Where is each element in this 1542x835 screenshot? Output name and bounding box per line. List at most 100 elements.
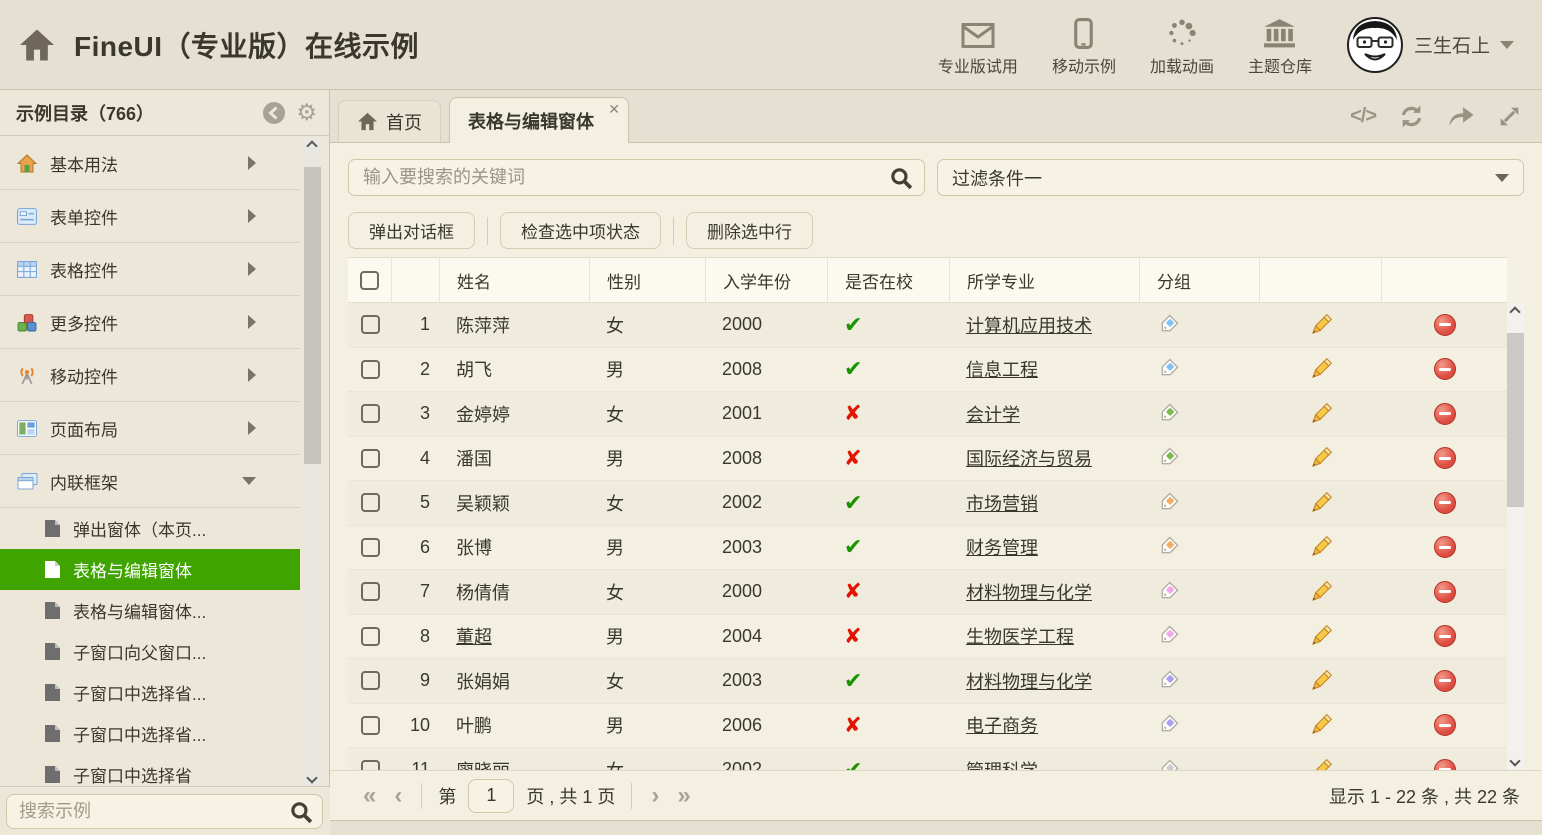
avatar[interactable] [1346, 16, 1404, 74]
sidebar-search-input[interactable] [7, 795, 322, 828]
tag-icon[interactable] [1156, 402, 1180, 426]
row-checkbox[interactable] [361, 582, 380, 601]
edit-icon[interactable] [1308, 490, 1334, 516]
sidebar-group[interactable]: 移动控件 [0, 349, 300, 402]
last-page-button[interactable]: » [668, 784, 699, 808]
major-link[interactable]: 市场营销 [966, 490, 1038, 516]
check-selection-button[interactable]: 检查选中项状态 [500, 212, 661, 249]
header-action[interactable]: 加载动画 [1150, 13, 1214, 77]
delete-icon[interactable] [1434, 358, 1456, 380]
scroll-up-icon[interactable] [306, 140, 317, 151]
edit-icon[interactable] [1308, 401, 1334, 427]
delete-icon[interactable] [1434, 314, 1456, 336]
edit-icon[interactable] [1308, 623, 1334, 649]
tag-icon[interactable] [1156, 580, 1180, 604]
edit-icon[interactable] [1308, 712, 1334, 738]
sidebar-item[interactable]: 弹出窗体（本页... [0, 508, 300, 549]
fullscreen-icon[interactable] [1497, 104, 1522, 129]
edit-icon[interactable] [1308, 312, 1334, 338]
table-scrollbar[interactable] [1507, 303, 1524, 770]
major-link[interactable]: 材料物理与化学 [966, 579, 1092, 605]
tag-icon[interactable] [1156, 624, 1180, 648]
header-action[interactable]: 主题仓库 [1248, 13, 1312, 77]
tag-icon[interactable] [1156, 357, 1180, 381]
sidebar-item[interactable]: 子窗口中选择省... [0, 672, 300, 713]
row-checkbox[interactable] [361, 627, 380, 646]
tag-icon[interactable] [1156, 446, 1180, 470]
sidebar-item[interactable]: 表格与编辑窗体... [0, 590, 300, 631]
major-link[interactable]: 电子商务 [966, 712, 1038, 738]
edit-icon[interactable] [1308, 356, 1334, 382]
major-link[interactable]: 国际经济与贸易 [966, 445, 1092, 471]
gear-icon[interactable]: ⚙ [296, 101, 317, 124]
delete-icon[interactable] [1434, 536, 1456, 558]
scroll-down-icon[interactable] [306, 772, 317, 783]
close-icon[interactable]: ✕ [608, 101, 620, 118]
row-checkbox[interactable] [361, 449, 380, 468]
major-link[interactable]: 管理科学 [966, 757, 1038, 770]
row-checkbox[interactable] [361, 404, 380, 423]
major-link[interactable]: 会计学 [966, 401, 1020, 427]
major-link[interactable]: 材料物理与化学 [966, 668, 1092, 694]
sidebar-item[interactable]: 表格与编辑窗体 [0, 549, 300, 590]
major-link[interactable]: 财务管理 [966, 534, 1038, 560]
search-icon[interactable] [289, 800, 314, 825]
search-icon[interactable] [889, 166, 914, 191]
sidebar-item[interactable]: 子窗口向父窗口... [0, 631, 300, 672]
delete-icon[interactable] [1434, 492, 1456, 514]
edit-icon[interactable] [1308, 445, 1334, 471]
sidebar-scrollbar[interactable] [304, 137, 321, 787]
sidebar-group[interactable]: 表格控件 [0, 243, 300, 296]
edit-icon[interactable] [1308, 579, 1334, 605]
delete-selected-button[interactable]: 删除选中行 [686, 212, 813, 249]
tag-icon[interactable] [1156, 758, 1180, 770]
tag-icon[interactable] [1156, 535, 1180, 559]
user-menu[interactable]: 三生石上 [1346, 16, 1514, 74]
sidebar-group[interactable]: 基本用法 [0, 137, 300, 190]
tag-icon[interactable] [1156, 713, 1180, 737]
page-number-input[interactable] [468, 779, 514, 813]
next-page-button[interactable]: › [642, 784, 668, 808]
row-checkbox[interactable] [361, 360, 380, 379]
scroll-up-icon[interactable] [1509, 306, 1520, 317]
refresh-icon[interactable] [1398, 104, 1425, 129]
sidebar-group[interactable]: 内联框架 [0, 455, 300, 508]
table-scrollbar-thumb[interactable] [1507, 333, 1524, 507]
row-checkbox[interactable] [361, 716, 380, 735]
select-all-checkbox[interactable] [360, 271, 379, 290]
tab-home[interactable]: 首页 [338, 100, 441, 142]
tag-icon[interactable] [1156, 313, 1180, 337]
keyword-search-input[interactable] [349, 160, 924, 195]
sidebar-scrollbar-thumb[interactable] [304, 167, 321, 464]
delete-icon[interactable] [1434, 447, 1456, 469]
prev-page-button[interactable]: ‹ [385, 784, 411, 808]
delete-icon[interactable] [1434, 714, 1456, 736]
header-action[interactable]: 移动示例 [1052, 13, 1116, 77]
first-page-button[interactable]: « [354, 784, 385, 808]
share-icon[interactable] [1447, 105, 1475, 128]
edit-icon[interactable] [1308, 534, 1334, 560]
delete-icon[interactable] [1434, 403, 1456, 425]
filter-dropdown[interactable]: 过滤条件一 [937, 159, 1524, 196]
edit-icon[interactable] [1308, 668, 1334, 694]
sidebar-group[interactable]: 页面布局 [0, 402, 300, 455]
tag-icon[interactable] [1156, 491, 1180, 515]
tag-icon[interactable] [1156, 669, 1180, 693]
row-checkbox[interactable] [361, 315, 380, 334]
major-link[interactable]: 计算机应用技术 [966, 312, 1092, 338]
major-link[interactable]: 生物医学工程 [966, 623, 1074, 649]
sidebar-item[interactable]: 子窗口中选择省 [0, 754, 300, 787]
header-action[interactable]: 专业版试用 [938, 13, 1018, 77]
delete-icon[interactable] [1434, 625, 1456, 647]
sidebar-group[interactable]: 表单控件 [0, 190, 300, 243]
collapse-sidebar-icon[interactable] [262, 101, 286, 125]
major-link[interactable]: 信息工程 [966, 356, 1038, 382]
delete-icon[interactable] [1434, 670, 1456, 692]
row-checkbox[interactable] [361, 538, 380, 557]
row-checkbox[interactable] [361, 493, 380, 512]
edit-icon[interactable] [1308, 757, 1334, 770]
delete-icon[interactable] [1434, 581, 1456, 603]
sidebar-item[interactable]: 子窗口中选择省... [0, 713, 300, 754]
sidebar-group[interactable]: 更多控件 [0, 296, 300, 349]
row-checkbox[interactable] [361, 671, 380, 690]
